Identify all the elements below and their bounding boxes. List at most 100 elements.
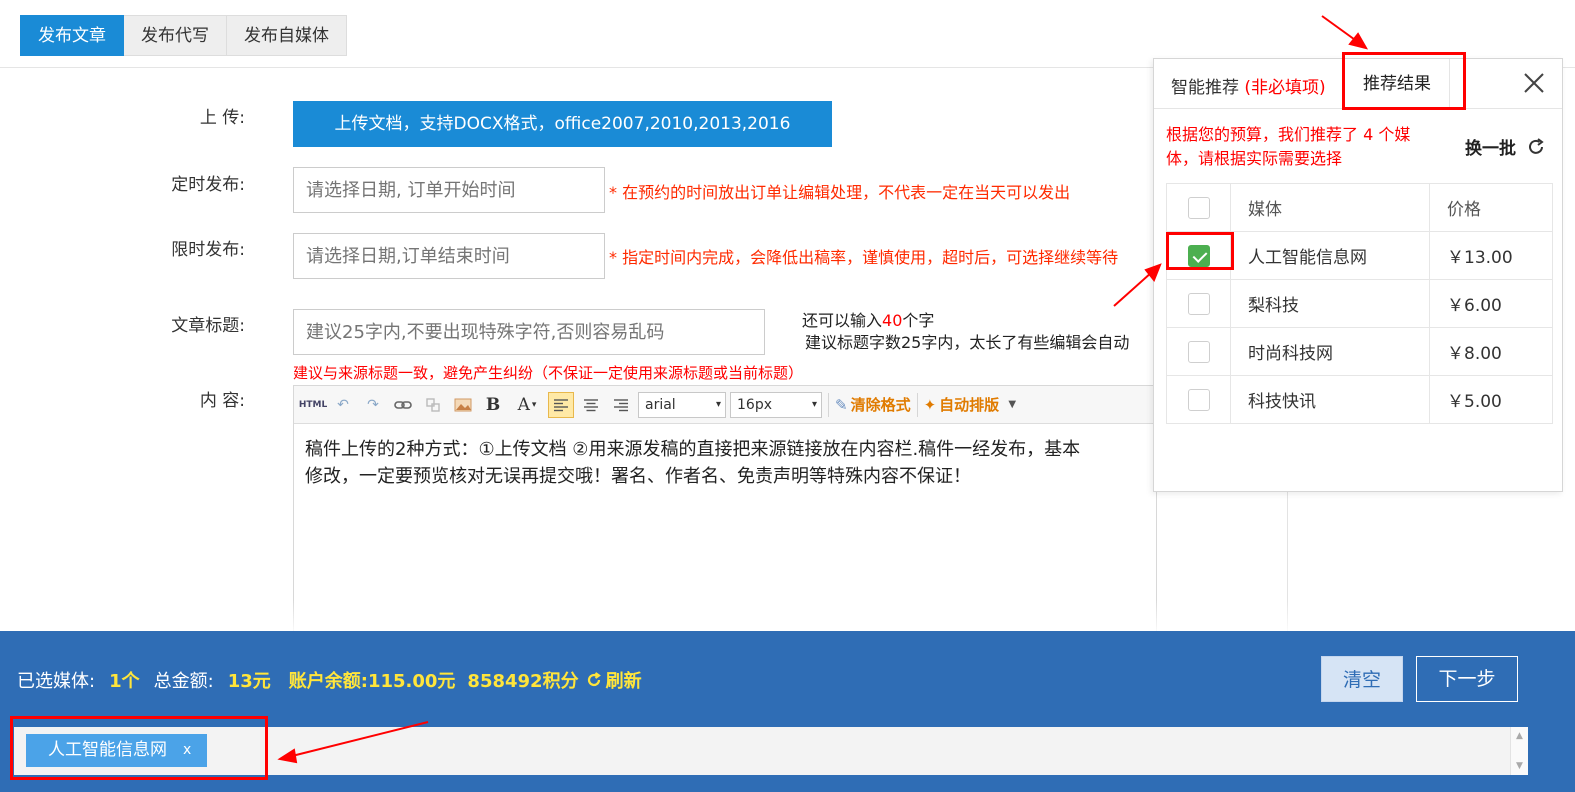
header-media: 媒体	[1230, 183, 1430, 232]
row-price: ￥6.00	[1429, 279, 1553, 328]
align-left-icon[interactable]	[548, 391, 574, 418]
scroll-down-icon[interactable]: ▼	[1516, 761, 1523, 771]
recommendation-panel: 智能推荐 (非必填项) 推荐结果 根据您的预算，我们推荐了 4 个媒体，请根据实…	[1153, 58, 1563, 492]
selected-media-tag[interactable]: 人工智能信息网 x	[26, 734, 208, 767]
annotation-arrow-head	[1348, 32, 1369, 50]
table-header-row: 媒体 价格	[1166, 183, 1553, 232]
row-checkbox-cell	[1166, 279, 1231, 328]
order-summary: 已选媒体: 1个 总金额: 13元 账户余额: 115.00元 858492积分…	[17, 667, 642, 693]
upload-label: 上 传:	[199, 108, 245, 128]
table-row[interactable]: 时尚科技网 ￥8.00	[1166, 327, 1553, 376]
clear-format-label: 清除格式	[850, 396, 911, 414]
total-amount-value: 13元	[227, 671, 271, 692]
chevron-down-icon[interactable]: ▼	[1003, 392, 1021, 418]
clear-button[interactable]: 清空	[1321, 656, 1403, 702]
select-all-checkbox[interactable]	[1187, 196, 1210, 219]
row-checkbox[interactable]	[1187, 340, 1210, 363]
article-title-input[interactable]	[293, 309, 765, 355]
deadline-hint: * 指定时间内完成，会降低出稿率，谨慎使用，超时后，可选择继续等待	[609, 248, 1119, 267]
row-media: 梨科技	[1230, 279, 1430, 328]
row-checkbox-cell	[1166, 231, 1231, 280]
tab-smart-recommend[interactable]: 智能推荐 (非必填项)	[1171, 73, 1326, 98]
points-value: 858492积分	[467, 671, 579, 692]
link-icon[interactable]	[390, 392, 416, 418]
refresh-icon	[1529, 137, 1544, 154]
tab-publish-self-media[interactable]: 发布自媒体	[227, 15, 347, 56]
header-price: 价格	[1429, 183, 1553, 232]
selected-tag-label: 人工智能信息网	[48, 740, 167, 760]
magic-wand-icon: ✦	[923, 395, 937, 414]
counter-advice: 建议标题字数25字内，太长了有些编辑会自动	[805, 333, 1130, 352]
media-table: 媒体 价格 人工智能信息网 ￥13.00 梨科技 ￥6.00 时尚科技网 ￥8.…	[1166, 183, 1553, 424]
row-checkbox[interactable]	[1187, 292, 1210, 315]
tab-publish-article[interactable]: 发布文章	[20, 15, 124, 56]
refresh-batch-button[interactable]: 换一批	[1465, 134, 1546, 159]
row-media: 人工智能信息网	[1230, 231, 1430, 280]
eraser-icon: ✎	[835, 395, 848, 414]
font-family-select[interactable]: arial ▾	[638, 391, 726, 418]
undo-icon[interactable]: ↶	[330, 392, 356, 418]
toolbar-separator	[828, 392, 829, 417]
content-fade	[0, 600, 1575, 631]
upload-document-button[interactable]: 上传文档，支持DOCX格式，office2007,2010,2013,2016	[293, 101, 832, 147]
recommend-message: 根据您的预算，我们推荐了 4 个媒体，请根据实际需要选择	[1166, 125, 1411, 168]
header-checkbox-cell	[1166, 183, 1231, 232]
panel-header: 智能推荐 (非必填项) 推荐结果	[1154, 59, 1562, 110]
deadline-date-input[interactable]	[293, 233, 605, 279]
row-checkbox[interactable]	[1187, 388, 1210, 411]
row-media: 科技快讯	[1230, 375, 1430, 424]
bottom-summary-bar: 已选媒体: 1个 总金额: 13元 账户余额: 115.00元 858492积分…	[0, 631, 1575, 792]
chevron-down-icon: ▾	[811, 398, 817, 410]
font-color-icon[interactable]: A ▾	[510, 392, 544, 418]
row-media: 时尚科技网	[1230, 327, 1430, 376]
next-step-button[interactable]: 下一步	[1416, 656, 1518, 702]
top-tabs: 发布文章 发布代写 发布自媒体	[20, 15, 347, 56]
bold-icon[interactable]: B	[480, 392, 506, 418]
balance-value: 115.00元	[367, 671, 456, 692]
selected-media-label: 已选媒体:	[17, 671, 96, 692]
table-row[interactable]: 科技快讯 ￥5.00	[1166, 375, 1553, 424]
chevron-down-icon: ▾	[715, 398, 721, 410]
html-source-icon[interactable]: HTML	[299, 392, 327, 418]
counter-number: 40	[882, 311, 903, 330]
deadline-label: 限时发布:	[171, 240, 245, 260]
table-row[interactable]: 梨科技 ￥6.00	[1166, 279, 1553, 328]
schedule-date-input[interactable]	[293, 167, 605, 213]
row-checkbox-cell	[1166, 375, 1231, 424]
unlink-icon[interactable]	[420, 392, 446, 418]
row-checkbox-cell	[1166, 327, 1231, 376]
tab-recommend-result[interactable]: 推荐结果	[1344, 59, 1450, 110]
schedule-label: 定时发布:	[171, 175, 245, 195]
title-hint: 建议与来源标题一致，避免产生纠纷（不保证一定使用来源标题或当前标题）	[293, 364, 804, 382]
editor-toolbar: HTML ↶ ↷ B A ▾ arial ▾ 16px ▾ ✎ 清除格式 ✦ 自动排版 ▼	[294, 386, 1156, 424]
auto-layout-label: 自动排版	[939, 396, 1000, 414]
annotation-arrow-line	[1321, 15, 1359, 43]
tab-publish-ghostwrite[interactable]: 发布代写	[124, 15, 227, 56]
tag-close-icon[interactable]: x	[183, 734, 191, 767]
optional-label: (非必填项)	[1244, 78, 1326, 98]
row-checkbox[interactable]	[1187, 244, 1210, 267]
close-icon[interactable]	[1520, 69, 1548, 97]
refresh-balance-button[interactable]: 刷新	[585, 667, 642, 693]
total-amount-label: 总金额:	[153, 671, 214, 692]
image-icon[interactable]	[450, 392, 476, 418]
scroll-up-icon[interactable]: ▲	[1516, 731, 1523, 741]
clear-format-button[interactable]: ✎ 清除格式	[835, 394, 911, 415]
counter-prefix: 还可以输入	[802, 311, 883, 330]
align-center-icon[interactable]	[578, 392, 604, 418]
table-row[interactable]: 人工智能信息网 ￥13.00	[1166, 231, 1553, 280]
balance-label: 账户余额:	[288, 671, 368, 692]
scrollbar[interactable]: ▲ ▼	[1510, 727, 1528, 775]
redo-icon[interactable]: ↷	[360, 392, 386, 418]
row-price: ￥8.00	[1429, 327, 1553, 376]
font-size-select[interactable]: 16px ▾	[730, 391, 822, 418]
content-line-2: 修改，一定要预览核对无误再提交哦！署名、作者名、免责声明等特殊内容不保证！	[305, 466, 971, 487]
annotation-arrow-line	[1113, 271, 1153, 307]
title-label: 文章标题:	[171, 316, 245, 336]
selected-media-area: 人工智能信息网 x ▲ ▼	[14, 727, 1528, 775]
content-label: 内 容:	[199, 391, 245, 411]
editor-content[interactable]: 稿件上传的2种方式：①上传文档 ②用来源发稿的直接把来源链接放在内容栏.稿件一经…	[305, 436, 1160, 490]
counter-suffix: 个字	[902, 311, 935, 330]
align-right-icon[interactable]	[608, 392, 634, 418]
auto-layout-button[interactable]: ✦ 自动排版	[924, 394, 1000, 415]
